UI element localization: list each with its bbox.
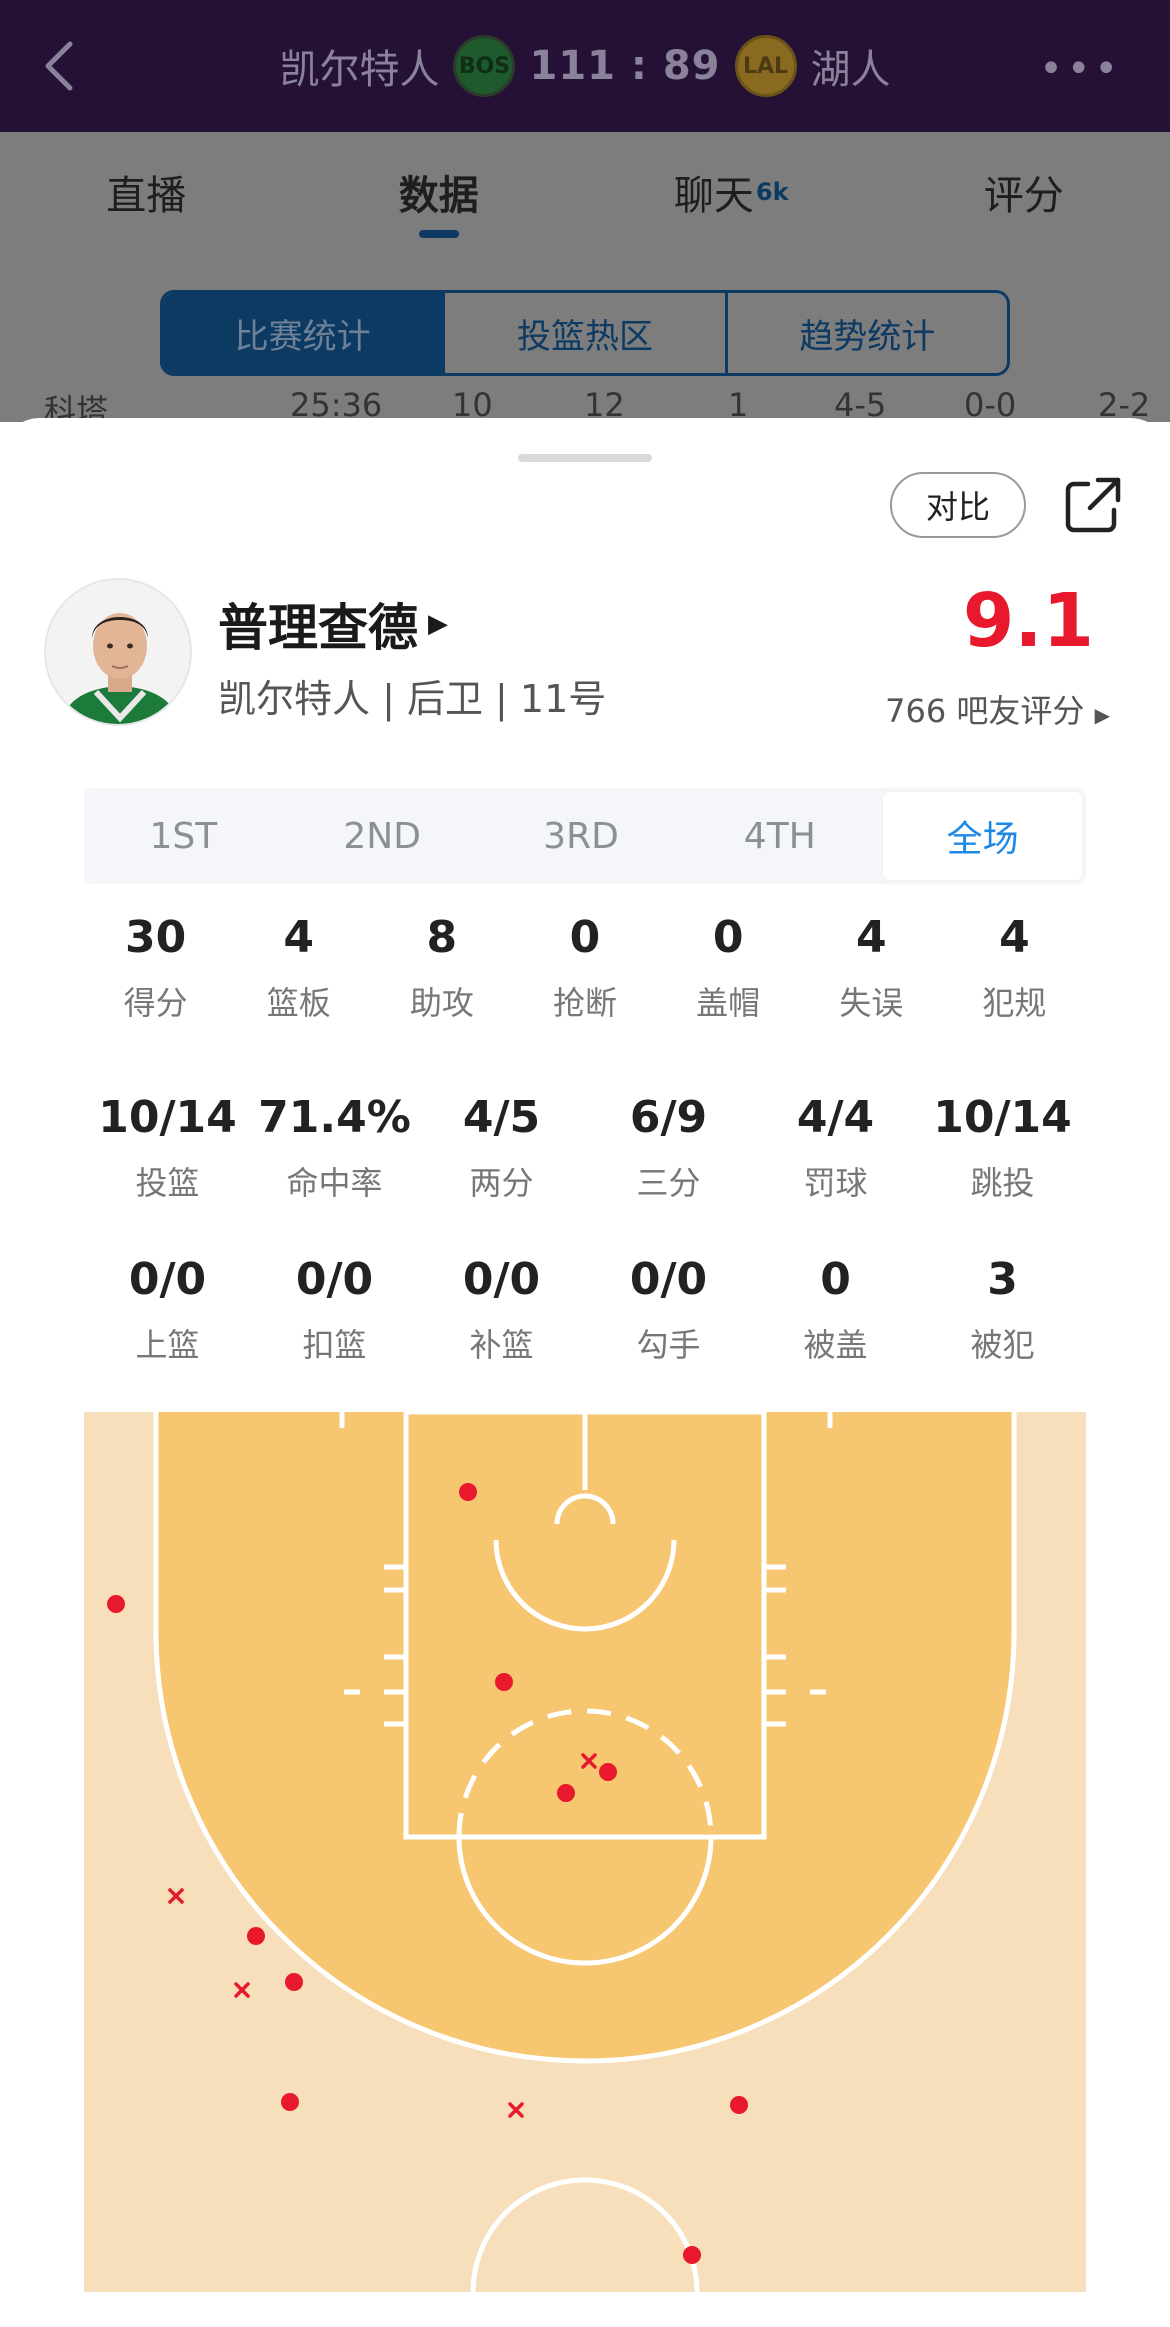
made-shot-marker[interactable]: [281, 2093, 299, 2111]
player-name: 普理查德: [218, 599, 418, 657]
segment-game-stats[interactable]: 比赛统计: [163, 293, 446, 373]
table-cell: 2-2: [1098, 386, 1151, 422]
table-cell: 1: [728, 386, 749, 422]
rating-count: 766 吧友评分: [885, 692, 1085, 730]
made-shot-marker[interactable]: [107, 1595, 125, 1613]
player-rating: 9.1: [962, 578, 1094, 664]
stat-layups: 0/0 上篮: [128, 1254, 207, 1364]
data-tab-body: 比赛统计 投篮热区 趋势统计 科塔 25:36 10 12 1 4-5 0-0 …: [0, 252, 1170, 422]
stats-row-shooting: 10/14 投篮 71.4% 命中率 4/5 两分 6/9 三分 4/4 罚球 10/14…: [84, 1092, 1086, 1204]
match-tabs: 直播 数据 聊天 6k 评分: [0, 132, 1170, 252]
stat-rebounds: 4 篮板: [266, 912, 331, 1022]
table-cell: 25:36: [290, 386, 383, 422]
table-cell: 4-5: [834, 386, 887, 422]
stat-hook-shots: 0/0 勾手: [629, 1254, 708, 1364]
stat-turnovers: 4 失误: [839, 912, 904, 1022]
stats-segment-control: 比赛统计 投篮热区 趋势统计: [160, 290, 1010, 376]
stat-dunks: 0/0 扣篮: [295, 1254, 374, 1364]
stats-row-shot-types: 0/0 上篮 0/0 扣篮 0/0 补篮 0/0 勾手 0 被盖 3 被犯: [84, 1254, 1086, 1366]
made-shot-marker[interactable]: [599, 1763, 617, 1781]
chat-count-badge: 6k: [755, 178, 789, 206]
stat-free-throws: 4/4 罚球: [796, 1092, 875, 1202]
shot-chart-court: [84, 1412, 1086, 2292]
player-photo-icon: [46, 580, 190, 724]
made-shot-marker[interactable]: [683, 2246, 701, 2264]
made-shot-marker[interactable]: [730, 2096, 748, 2114]
table-row: 科塔 25:36 10 12 1 4-5 0-0 2-2: [0, 382, 1170, 422]
table-cell: 12: [584, 386, 625, 422]
away-team-name: 湖人: [810, 47, 891, 93]
period-tab-2nd[interactable]: 2ND: [283, 788, 482, 884]
period-tab-1st[interactable]: 1ST: [84, 788, 283, 884]
caret-right-icon: ▶: [1094, 703, 1110, 727]
compare-button[interactable]: 对比: [890, 472, 1026, 538]
table-cell: 0-0: [964, 386, 1017, 422]
player-avatar: [44, 578, 192, 726]
stat-two-point: 4/5 两分: [462, 1092, 541, 1202]
made-shot-marker[interactable]: [247, 1927, 265, 1945]
stat-fouls: 4 犯规: [982, 912, 1047, 1022]
made-shot-marker[interactable]: [495, 1673, 513, 1691]
segment-trend-stats[interactable]: 趋势统计: [728, 293, 1007, 373]
period-tab-3rd[interactable]: 3RD: [482, 788, 681, 884]
stat-putbacks: 0/0 补篮: [462, 1254, 541, 1364]
tab-live[interactable]: 直播: [0, 132, 293, 252]
player-name-link[interactable]: 普理查德 ▶: [218, 588, 448, 660]
stat-three-point: 6/9 三分: [629, 1092, 708, 1202]
home-team-name: 凯尔特人: [279, 47, 440, 93]
stat-jump-shots: 10/14 跳投: [933, 1092, 1072, 1202]
sheet-drag-handle[interactable]: [518, 454, 652, 462]
stat-fouls-drawn: 3 被犯: [970, 1254, 1035, 1364]
period-tab-4th[interactable]: 4TH: [680, 788, 879, 884]
stat-fg-pct: 71.4% 命中率: [258, 1092, 411, 1202]
made-shot-marker[interactable]: [459, 1483, 477, 1501]
stat-fg: 10/14 投篮: [98, 1092, 237, 1202]
match-score: 111 : 89: [529, 43, 721, 89]
tab-data[interactable]: 数据: [293, 132, 586, 252]
stats-row-basic: 30 得分 4 篮板 8 助攻 0 抢断 0 盖帽 4 失误 4 犯规: [84, 912, 1086, 1024]
segment-shot-zones[interactable]: 投篮热区: [445, 293, 728, 373]
stat-points: 30 得分: [123, 912, 188, 1022]
period-tab-full-game[interactable]: 全场: [883, 792, 1082, 880]
player-meta: 凯尔特人 | 后卫 | 11号: [218, 677, 607, 721]
stat-steals: 0 抢断: [552, 912, 617, 1022]
made-shot-marker[interactable]: [285, 1973, 303, 1991]
tab-rating[interactable]: 评分: [878, 132, 1170, 252]
table-cell: 科塔: [44, 392, 109, 422]
stat-blocked: 0 被盖: [803, 1254, 868, 1364]
stat-blocks: 0 盖帽: [696, 912, 761, 1022]
stat-assists: 8 助攻: [409, 912, 474, 1022]
rating-count-link[interactable]: 766 吧友评分 ▶: [885, 686, 1110, 732]
scoreline: 凯尔特人 BOS 111 : 89 LAL 湖人: [0, 28, 1170, 104]
tab-chat[interactable]: 聊天 6k: [585, 132, 878, 252]
more-menu-icon[interactable]: •••: [1039, 46, 1122, 92]
table-cell: 10: [452, 386, 493, 422]
caret-right-icon: ▶: [428, 609, 448, 639]
share-icon[interactable]: [1062, 474, 1124, 536]
match-header: 凯尔特人 BOS 111 : 89 LAL 湖人 •••: [0, 0, 1170, 132]
period-selector: 1ST 2ND 3RD 4TH 全场: [84, 788, 1086, 884]
made-shot-marker[interactable]: [557, 1784, 575, 1802]
lakers-logo-icon: LAL: [734, 35, 797, 97]
celtics-logo-icon: BOS: [453, 35, 516, 97]
